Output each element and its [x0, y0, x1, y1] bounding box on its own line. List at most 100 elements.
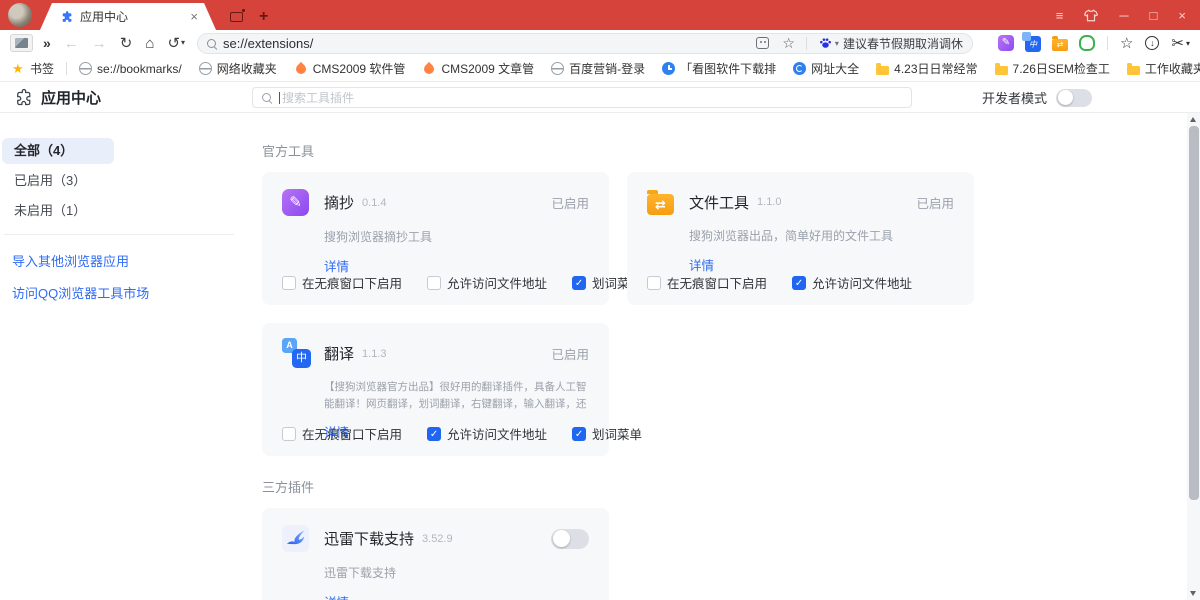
- checkbox[interactable]: [572, 427, 586, 441]
- checkbox[interactable]: [282, 427, 296, 441]
- plugin-enable-toggle[interactable]: [551, 529, 589, 549]
- folder-icon: [1127, 66, 1140, 75]
- bookmark-item[interactable]: 网络收藏夹: [199, 60, 277, 77]
- bookmark-folder[interactable]: 4.23日日常经常: [876, 60, 977, 77]
- option-file-access[interactable]: 允许访问文件地址: [427, 424, 547, 443]
- reader-mode-icon[interactable]: [756, 37, 769, 49]
- spark-icon: [793, 62, 806, 75]
- card-head: 翻译 1.1.3 已启用: [282, 340, 589, 367]
- option-incognito[interactable]: 在无痕窗口下启用: [282, 424, 402, 443]
- reopen-closed-tab-button[interactable]: ↺ ▾: [167, 36, 185, 51]
- divider: [806, 37, 807, 50]
- bookmark-item[interactable]: 书签: [12, 60, 54, 77]
- plugin-search-input[interactable]: 搜索工具插件: [252, 87, 912, 108]
- checkbox[interactable]: [427, 427, 441, 441]
- section-title-third-party: 三方插件: [262, 477, 974, 496]
- window-close-icon[interactable]: ×: [1178, 9, 1186, 22]
- toggle-knob: [1058, 90, 1073, 105]
- sidebar-item-all[interactable]: 全部（4）: [2, 138, 114, 164]
- bookmark-folder[interactable]: 工作收藏夹: [1127, 60, 1200, 77]
- forward-icon[interactable]: →: [92, 36, 107, 51]
- plugin-list: 官方工具 摘抄 0.1.4 已启用 搜狗浏览器摘抄工具 详情 在无痕窗口下启用 …: [262, 113, 974, 600]
- checkbox[interactable]: [647, 276, 661, 290]
- bookmark-item[interactable]: CMS2009 软件管: [294, 60, 406, 77]
- excerpt-plugin-icon: [282, 189, 309, 216]
- bookmarks-bar: 书签 se://bookmarks/ 网络收藏夹 CMS2009 软件管 CMS…: [0, 56, 1200, 82]
- app-center-header: 应用中心 搜索工具插件 开发者模式: [0, 82, 1200, 113]
- plugin-version: 3.52.9: [422, 533, 453, 545]
- skin-shirt-icon[interactable]: [1084, 9, 1098, 22]
- home-icon[interactable]: ⌂: [145, 36, 154, 51]
- option-incognito[interactable]: 在无痕窗口下启用: [282, 273, 402, 292]
- checkbox[interactable]: [282, 276, 296, 290]
- checkbox[interactable]: [427, 276, 441, 290]
- bookmark-item[interactable]: se://bookmarks/: [79, 62, 182, 76]
- back-icon[interactable]: ←: [64, 36, 79, 51]
- option-file-access[interactable]: 允许访问文件地址: [427, 273, 547, 292]
- address-url[interactable]: se://extensions/: [223, 36, 313, 51]
- card-head: 文件工具 1.1.0 已启用: [647, 189, 954, 215]
- option-incognito[interactable]: 在无痕窗口下启用: [647, 273, 767, 292]
- scrollbar-thumb[interactable]: [1189, 126, 1199, 500]
- plugin-options: 在无痕窗口下启用 允许访问文件地址 划词菜单: [282, 273, 642, 292]
- address-bar[interactable]: se://extensions/ ☆ ▾ 建议春节假期取消调休: [197, 33, 973, 54]
- file-tool-extension-icon[interactable]: [1052, 39, 1068, 51]
- qq-browser-market-link[interactable]: 访问QQ浏览器工具市场: [12, 283, 250, 302]
- detail-link[interactable]: 详情: [689, 255, 714, 274]
- page-scrollbar[interactable]: [1187, 113, 1200, 600]
- browser-tab-app-center[interactable]: 应用中心 ×: [40, 3, 216, 30]
- menu-icon[interactable]: ≡: [1056, 9, 1064, 22]
- download-icon[interactable]: ↓: [1145, 36, 1159, 50]
- translate-extension-icon[interactable]: [1025, 36, 1041, 52]
- sidebar-thumbnail-button[interactable]: [10, 34, 33, 52]
- favorite-star-icon[interactable]: ☆: [782, 36, 795, 50]
- bookmark-item[interactable]: CMS2009 文章管: [422, 60, 534, 77]
- scroll-up-arrow-icon[interactable]: [1190, 117, 1196, 122]
- bookmark-item[interactable]: 「看图软件下载排: [662, 60, 776, 77]
- green-extension-icon[interactable]: [1079, 35, 1095, 51]
- favorites-icon[interactable]: ☆: [1120, 36, 1133, 51]
- titlebar: 应用中心 × + ≡ ─ □ ×: [0, 0, 1200, 30]
- developer-mode-toggle[interactable]: [1056, 89, 1092, 107]
- chevron-down-icon: ▾: [1186, 39, 1190, 48]
- user-avatar[interactable]: [8, 3, 32, 27]
- detail-link[interactable]: 详情: [324, 592, 349, 600]
- sidebar-item-disabled[interactable]: 未启用（1）: [2, 198, 114, 224]
- toggle-knob: [553, 530, 570, 547]
- hot-search-text[interactable]: 建议春节假期取消调休: [843, 35, 963, 52]
- mini-window-icon[interactable]: [230, 12, 243, 22]
- plugin-card-thunder: 迅雷下载支持 3.52.9 迅雷下载支持 详情: [262, 508, 609, 600]
- section-title-official: 官方工具: [262, 141, 974, 160]
- tab-close-icon[interactable]: ×: [190, 9, 198, 24]
- plugin-card-translate: 翻译 1.1.3 已启用 【搜狗浏览器官方出品】很好用的翻译插件，具备人工智能翻…: [262, 323, 609, 456]
- minimize-icon[interactable]: ─: [1119, 9, 1128, 22]
- screenshot-button[interactable]: ✂ ▾: [1171, 36, 1190, 51]
- bookmark-folder[interactable]: 7.26日SEM检查工: [995, 60, 1110, 77]
- option-file-access[interactable]: 允许访问文件地址: [792, 273, 912, 292]
- window-controls: ≡ ─ □ ×: [1056, 0, 1186, 30]
- sidebar-item-enabled[interactable]: 已启用（3）: [2, 168, 114, 194]
- import-from-other-browsers-link[interactable]: 导入其他浏览器应用: [12, 251, 250, 270]
- scroll-down-arrow-icon[interactable]: [1190, 591, 1196, 596]
- status-badge: 已启用: [551, 193, 589, 212]
- baidu-paw-icon[interactable]: [818, 36, 833, 50]
- plugin-description: 迅雷下载支持: [324, 564, 589, 583]
- reload-icon[interactable]: ↻: [120, 36, 133, 51]
- status-badge: 已启用: [916, 193, 954, 212]
- plugin-options: 在无痕窗口下启用 允许访问文件地址 划词菜单: [282, 424, 642, 443]
- chevron-down-icon[interactable]: ▾: [835, 39, 839, 48]
- star-icon: [12, 62, 25, 75]
- checkbox[interactable]: [792, 276, 806, 290]
- bookmark-item[interactable]: 百度营销-登录: [551, 60, 645, 77]
- checkbox[interactable]: [572, 276, 586, 290]
- expand-toolbar-icon[interactable]: »: [43, 36, 51, 50]
- detail-link[interactable]: 详情: [324, 256, 349, 275]
- bookmark-item[interactable]: 网址大全: [793, 60, 859, 77]
- option-word-menu[interactable]: 划词菜单: [572, 424, 642, 443]
- thunder-plugin-icon: [282, 525, 309, 552]
- new-tab-button[interactable]: +: [259, 9, 268, 25]
- excerpt-extension-icon[interactable]: [998, 35, 1014, 51]
- extension-toolbar: ☆ ↓ ✂ ▾: [987, 34, 1190, 52]
- maximize-icon[interactable]: □: [1150, 9, 1158, 22]
- plugin-version: 1.1.0: [757, 196, 781, 208]
